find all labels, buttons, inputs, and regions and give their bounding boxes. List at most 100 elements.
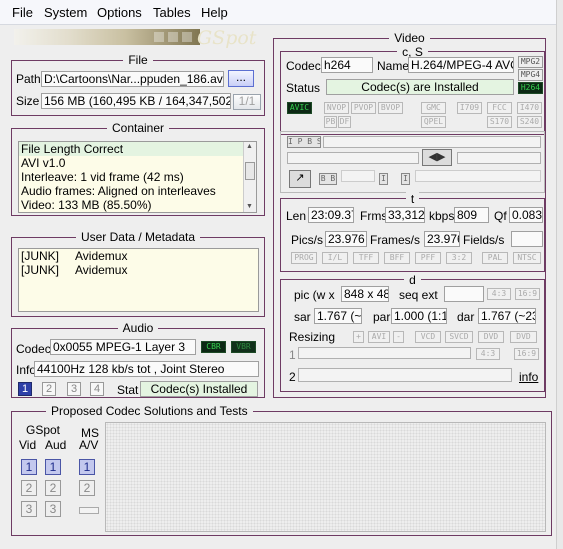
scroll-thumb[interactable] bbox=[245, 162, 255, 180]
browse-button[interactable]: ... bbox=[228, 70, 254, 87]
gspot-window: File System Options Tables Help GSpot Fi… bbox=[0, 0, 563, 549]
av-label: A/V bbox=[79, 438, 99, 452]
frame-nav-arrows-icon[interactable]: ◀▶ bbox=[422, 149, 452, 166]
gspot-label: GSpot bbox=[26, 423, 61, 437]
resize-dvd2-button[interactable]: DVD bbox=[510, 331, 537, 343]
len-label: Len bbox=[286, 209, 307, 223]
tff-indicator: TFF bbox=[353, 252, 379, 264]
gspot-logo: GSpot bbox=[197, 27, 257, 49]
codec-solutions-title: Proposed Codec Solutions and Tests bbox=[46, 404, 253, 418]
nvop-indicator: NVOP bbox=[324, 102, 349, 114]
audio-info-label: Info bbox=[16, 363, 37, 377]
pvop-indicator: PVOP bbox=[351, 102, 376, 114]
ms-test-1-button[interactable]: 1 bbox=[79, 459, 95, 475]
resize-avi-button[interactable]: AVI bbox=[368, 331, 390, 343]
audio-track-3[interactable]: 3 bbox=[67, 382, 81, 396]
frame-scan-icon[interactable]: ↗ bbox=[289, 170, 311, 188]
audio-codec-label: Codec bbox=[16, 342, 51, 356]
audio-group: Audio Codec 0x0055 MPEG-1 Layer 3 CBR VB… bbox=[11, 321, 265, 398]
codec-solutions-group: Proposed Codec Solutions and Tests GSpot… bbox=[11, 404, 552, 536]
ratio-4-3-indicator: 4:3 bbox=[487, 288, 511, 300]
page-indicator: 1/1 bbox=[233, 94, 261, 110]
aud-test-2-button[interactable]: 2 bbox=[45, 480, 61, 496]
ntsc-indicator: NTSC bbox=[513, 252, 541, 264]
userdata-group-title: User Data / Metadata bbox=[75, 230, 201, 244]
path-label: Path bbox=[16, 72, 41, 86]
frms-label: Frms bbox=[360, 209, 388, 223]
resize-svcd-button[interactable]: SVCD bbox=[445, 331, 473, 343]
container-list[interactable]: File Length Correct AVI v1.0 Interleave:… bbox=[18, 141, 257, 213]
container-scrollbar[interactable]: ▲ ▼ bbox=[243, 142, 256, 212]
frame-scan-track bbox=[341, 170, 375, 182]
resize-minus-button[interactable]: - bbox=[393, 331, 404, 343]
h264-indicator: H264 bbox=[518, 82, 543, 94]
userdata-group: User Data / Metadata [JUNK] Avidemux [JU… bbox=[11, 230, 265, 317]
audio-info-field: 44100Hz 128 kb/s tot , Joint Stereo bbox=[34, 361, 259, 377]
vbr-indicator: VBR bbox=[231, 341, 256, 353]
video-group: Video c, S Codec h264 Name H.264/MPEG-4 … bbox=[273, 31, 546, 398]
qpel-indicator: QPEL bbox=[421, 116, 446, 128]
vid-test-3-button[interactable]: 3 bbox=[21, 501, 37, 517]
prog-indicator: PROG bbox=[291, 252, 317, 264]
fcc-indicator: FCC bbox=[487, 102, 512, 114]
video-name-field: H.264/MPEG-4 AVC bbox=[408, 57, 514, 73]
logo-gradient-strip bbox=[14, 29, 200, 45]
file-group: File Path D:\Cartoons\Nar...ppuden_186.a… bbox=[11, 53, 265, 116]
aud-test-3-button[interactable]: 3 bbox=[45, 501, 61, 517]
frame-type-label: I P B S bbox=[287, 136, 321, 148]
gmc-indicator: GMC bbox=[421, 102, 446, 114]
resize-vcd-button[interactable]: VCD bbox=[415, 331, 441, 343]
seq-ext-field bbox=[444, 286, 484, 302]
kbps-label: kbps bbox=[429, 209, 455, 223]
timing-title: t bbox=[405, 192, 420, 206]
pic-label: pic (w x bbox=[294, 288, 335, 302]
resize-4-3-indicator: 4:3 bbox=[476, 348, 500, 360]
path-field[interactable]: D:\Cartoons\Nar...ppuden_186.avi bbox=[41, 71, 224, 87]
menu-system[interactable]: System bbox=[44, 5, 87, 20]
aud-test-1-button[interactable]: 1 bbox=[45, 459, 61, 475]
video-codec-label: Codec bbox=[286, 59, 321, 73]
userdata-list[interactable]: [JUNK] Avidemux [JUNK] Avidemux bbox=[18, 248, 259, 312]
il-indicator: I/L bbox=[322, 252, 348, 264]
scroll-down-icon[interactable]: ▼ bbox=[246, 203, 253, 211]
video-status-field: Codec(s) are Installed bbox=[326, 79, 514, 95]
pff-indicator: PFF bbox=[415, 252, 441, 264]
frms-field: 33,312 bbox=[385, 207, 425, 223]
vid-test-1-button[interactable]: 1 bbox=[21, 459, 37, 475]
audio-group-title: Audio bbox=[117, 321, 159, 335]
audio-track-4[interactable]: 4 bbox=[90, 382, 104, 396]
size-field: 156 MB (160,495 KB / 164,347,502 bbox=[41, 93, 231, 109]
df-indicator: DF bbox=[338, 116, 351, 128]
userdata-value: Avidemux bbox=[75, 263, 128, 277]
menu-options[interactable]: Options bbox=[97, 5, 142, 20]
menu-tables[interactable]: Tables bbox=[153, 5, 191, 20]
ms-test-2-button[interactable]: 2 bbox=[79, 480, 95, 496]
dimension-title: d bbox=[404, 273, 421, 287]
avic-indicator: AVIC bbox=[287, 102, 312, 114]
userdata-value: Avidemux bbox=[75, 249, 128, 263]
i470-indicator: I470 bbox=[517, 102, 542, 114]
vid-test-2-button[interactable]: 2 bbox=[21, 480, 37, 496]
video-codec-field: h264 bbox=[321, 57, 373, 73]
ratio-16-9-indicator: 16:9 bbox=[515, 288, 540, 300]
container-line: Video: 133 MB (85.50%) bbox=[21, 198, 152, 212]
audio-track-1[interactable]: 1 bbox=[18, 382, 32, 396]
cbr-indicator: CBR bbox=[201, 341, 226, 353]
info-link[interactable]: info bbox=[519, 370, 538, 384]
video-codec-subgroup: c, S Codec h264 Name H.264/MPEG-4 AVC MP… bbox=[280, 45, 545, 135]
qf-field: 0.083 bbox=[509, 207, 543, 223]
scroll-up-icon[interactable]: ▲ bbox=[246, 143, 253, 151]
dar-field: 1.767 (~23: bbox=[478, 308, 536, 324]
resize-plus-button[interactable]: + bbox=[353, 331, 364, 343]
pic-field: 848 x 480 bbox=[341, 286, 389, 302]
audio-stat-field: Codec(s) Installed bbox=[140, 381, 258, 397]
menu-help[interactable]: Help bbox=[201, 5, 228, 20]
mpg4-indicator: MPG4 bbox=[518, 69, 543, 81]
menu-file[interactable]: File bbox=[12, 5, 33, 20]
i-indicator: I bbox=[379, 173, 388, 185]
resize-dvd-button[interactable]: DVD bbox=[478, 331, 504, 343]
userdata-key: [JUNK] bbox=[21, 263, 60, 277]
audio-track-2[interactable]: 2 bbox=[42, 382, 56, 396]
codec-solutions-output-area[interactable] bbox=[105, 422, 546, 532]
resize-track-1 bbox=[298, 347, 471, 359]
